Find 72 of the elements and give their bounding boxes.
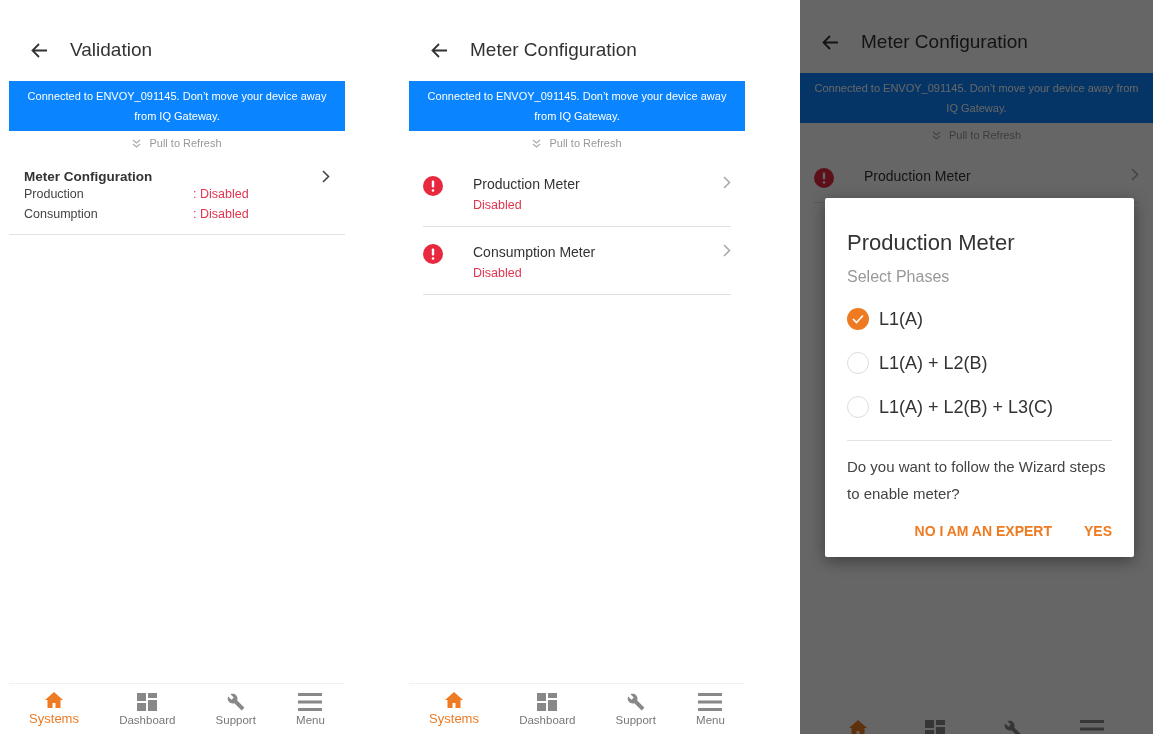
pull-to-refresh[interactable]: Pull to Refresh <box>532 137 622 149</box>
phase-option[interactable]: L1(A) <box>847 308 1112 330</box>
back-button[interactable] <box>431 42 448 58</box>
chevron-right-icon <box>723 244 731 257</box>
home-icon <box>445 692 463 708</box>
nav-tab[interactable] <box>849 720 868 734</box>
radio-button[interactable] <box>847 396 869 418</box>
double-chevron-down-icon <box>931 130 941 140</box>
dialog-title: Production Meter <box>847 230 1016 256</box>
nav-tab[interactable]: Menu <box>296 692 325 726</box>
nav-tab[interactable] <box>1079 720 1104 734</box>
dialog-button[interactable]: YES <box>1084 523 1112 539</box>
meter-configuration-item[interactable]: Meter Configuration Production : Disabled Consumption : Disabled <box>9 149 345 235</box>
alert-icon <box>814 168 834 188</box>
wrench-icon <box>626 692 645 711</box>
meter-name: Production Meter <box>864 168 972 184</box>
dialog-subtitle: Select Phases <box>847 268 951 286</box>
meter-status: : Disabled <box>193 186 249 203</box>
dashboard-icon <box>925 720 946 734</box>
connection-banner: Connected to ENVOY_091145. Don’t move your device away from IQ Gateway. <box>409 81 745 131</box>
dialog-question: Do you want to follow the Wizard steps to enable meter? <box>847 457 1107 504</box>
meter-label: Production <box>24 186 85 203</box>
back-arrow-icon <box>822 34 839 50</box>
nav-tab[interactable]: Systems <box>429 692 479 726</box>
connection-banner: Connected to ENVOY_091145. Don’t move your device away from IQ Gateway. <box>9 81 345 131</box>
alert-icon <box>423 244 443 264</box>
radio-button[interactable] <box>847 308 869 330</box>
wrench-icon <box>1003 720 1022 734</box>
screen-title: Meter Configuration <box>470 39 637 61</box>
double-chevron-down-icon <box>132 138 142 148</box>
meter-status: Disabled <box>473 198 523 212</box>
meter-status: Disabled <box>473 266 523 280</box>
nav-tab[interactable] <box>925 720 946 734</box>
radio-button[interactable] <box>847 352 869 374</box>
screen-title: Validation <box>70 39 153 61</box>
dialog-button[interactable]: NO I AM AN EXPERT <box>914 523 1052 539</box>
nav-tab[interactable] <box>1003 720 1022 734</box>
menu-icon <box>298 692 323 711</box>
nav-tab[interactable]: Support <box>615 692 656 726</box>
meter-name: Consumption Meter <box>473 244 597 260</box>
chevron-right-icon <box>723 176 731 189</box>
back-button[interactable] <box>31 42 48 58</box>
home-icon <box>45 692 63 708</box>
nav-tab[interactable]: Dashboard <box>519 692 576 726</box>
check-icon <box>852 314 864 324</box>
nav-tab[interactable]: Menu <box>696 692 725 726</box>
phase-option[interactable]: L1(A) + L2(B) <box>847 352 1112 374</box>
meter-list-item[interactable]: Production Meter Disabled <box>423 159 731 227</box>
connection-banner: Connected to ENVOY_091145. Don’t move your device away from IQ Gateway. <box>800 73 1153 123</box>
home-icon <box>849 720 868 734</box>
meter-name: Production Meter <box>473 176 581 192</box>
menu-icon <box>698 692 723 711</box>
double-chevron-down-icon <box>532 138 542 148</box>
chevron-right-icon <box>322 170 330 183</box>
nav-tab[interactable]: Systems <box>29 692 79 726</box>
nav-tab[interactable]: Dashboard <box>119 692 176 726</box>
dashboard-icon <box>537 692 558 711</box>
nav-tab[interactable]: Support <box>215 692 256 726</box>
meter-status: : Disabled <box>193 206 249 223</box>
menu-icon <box>1079 720 1104 734</box>
wrench-icon <box>226 692 245 711</box>
back-arrow-icon <box>431 42 448 58</box>
phase-option[interactable]: L1(A) + L2(B) + L3(C) <box>847 396 1112 418</box>
meter-label: Consumption <box>24 206 99 223</box>
back-arrow-icon <box>31 42 48 58</box>
section-title: Meter Configuration <box>24 169 153 184</box>
chevron-right-icon <box>1131 168 1139 181</box>
dashboard-icon <box>137 692 158 711</box>
screen-title: Meter Configuration <box>861 31 1028 53</box>
meter-list-item[interactable]: Consumption Meter Disabled <box>423 227 731 295</box>
alert-icon <box>423 176 443 196</box>
pull-to-refresh[interactable]: Pull to Refresh <box>132 137 222 149</box>
